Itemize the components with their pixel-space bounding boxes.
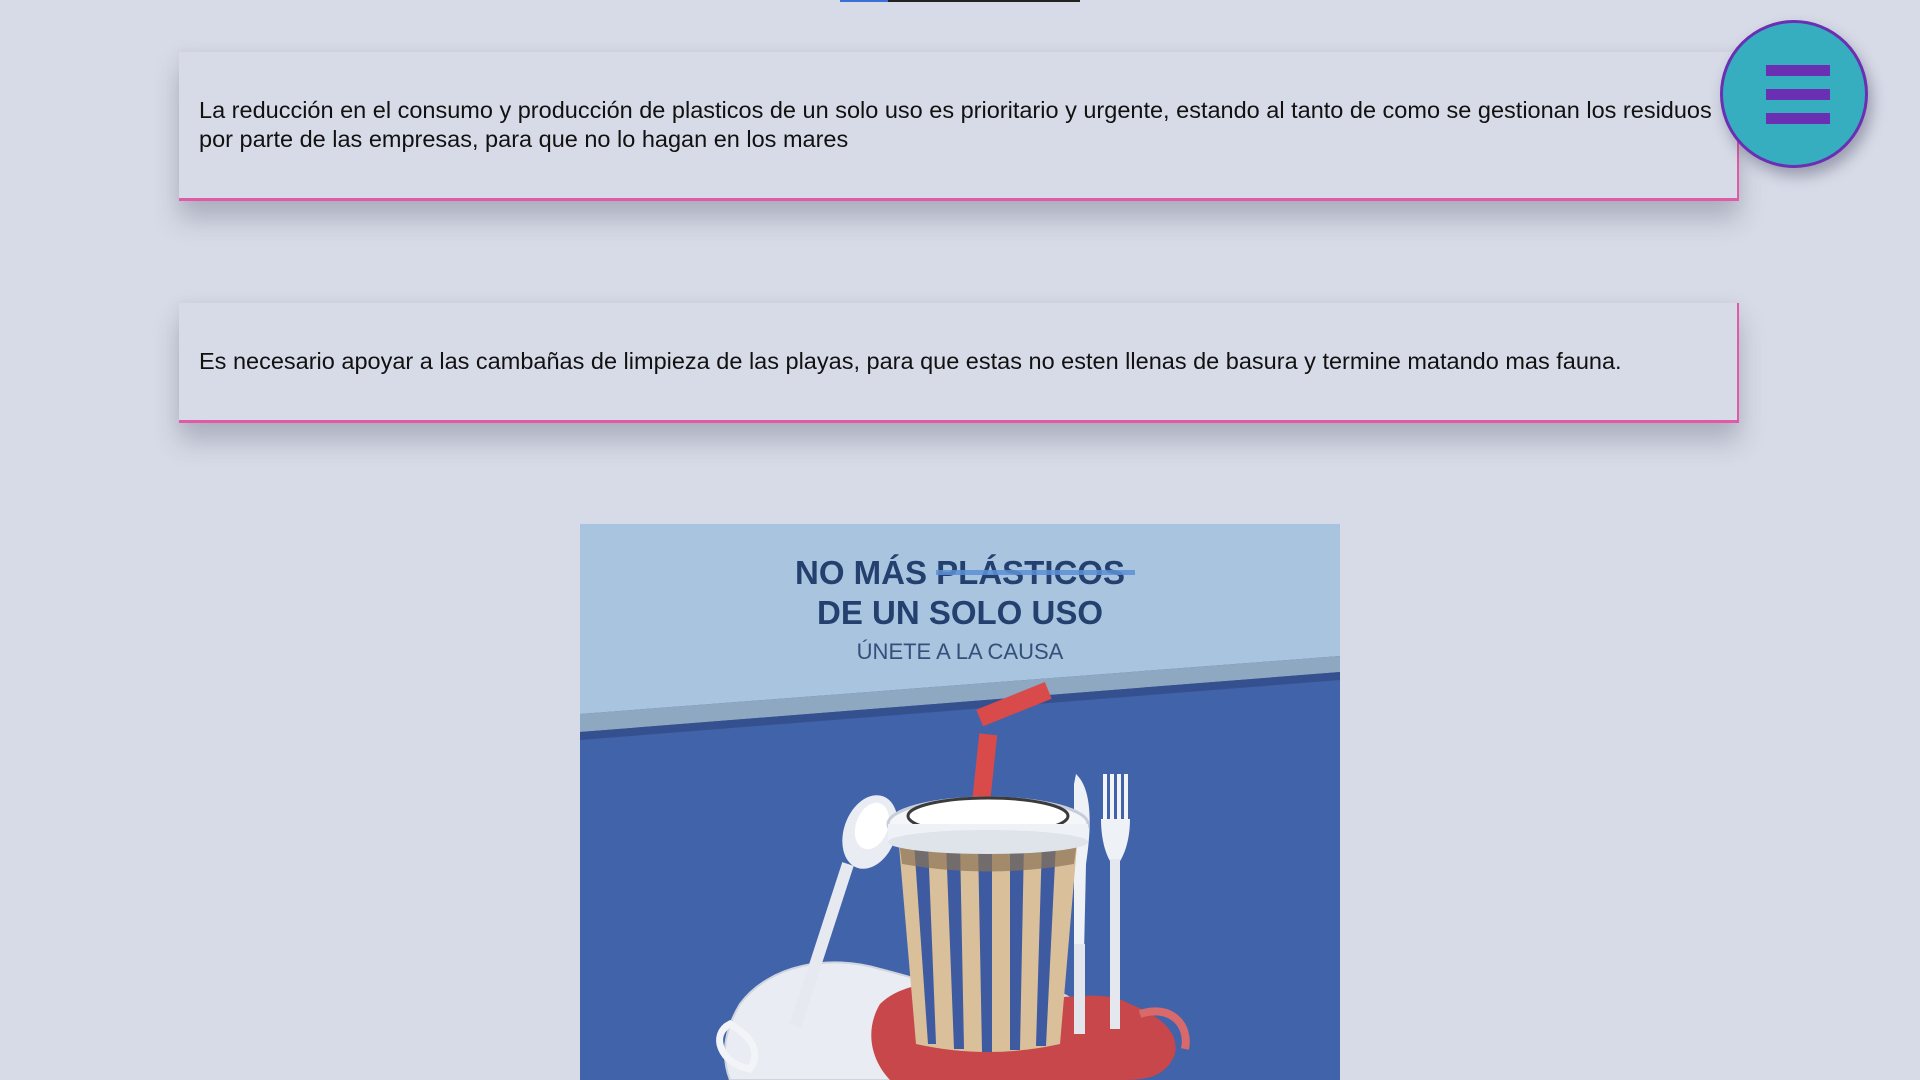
info-card-text: La reducción en el consumo y producción … [199,97,1712,152]
poster-title-part-a: NO MÁS [794,554,937,591]
info-card-text: Es necesario apoyar a las cambañas de li… [199,348,1622,374]
top-divider-accent [840,0,888,2]
hamburger-menu-icon-bar [1766,89,1830,100]
menu-button[interactable] [1720,20,1868,168]
poster-subtitle: ÚNETE A LA CAUSA [856,639,1064,664]
poster-image: NO MÁS PLÁSTICOS DE UN SOLO USO ÚNETE A … [580,524,1340,1080]
top-divider [840,0,1080,2]
info-card-cleanup: Es necesario apoyar a las cambañas de li… [179,303,1739,423]
poster-title-line1: NO MÁS PLÁSTICOS [580,554,1340,592]
info-card-reduction: La reducción en el consumo y producción … [179,52,1739,201]
poster-title-line2: DE UN SOLO USO [816,594,1104,631]
hamburger-menu-icon [1766,65,1830,76]
hamburger-menu-icon-bar [1766,113,1830,124]
poster-title-part-b: PLÁSTICOS [936,554,1126,591]
